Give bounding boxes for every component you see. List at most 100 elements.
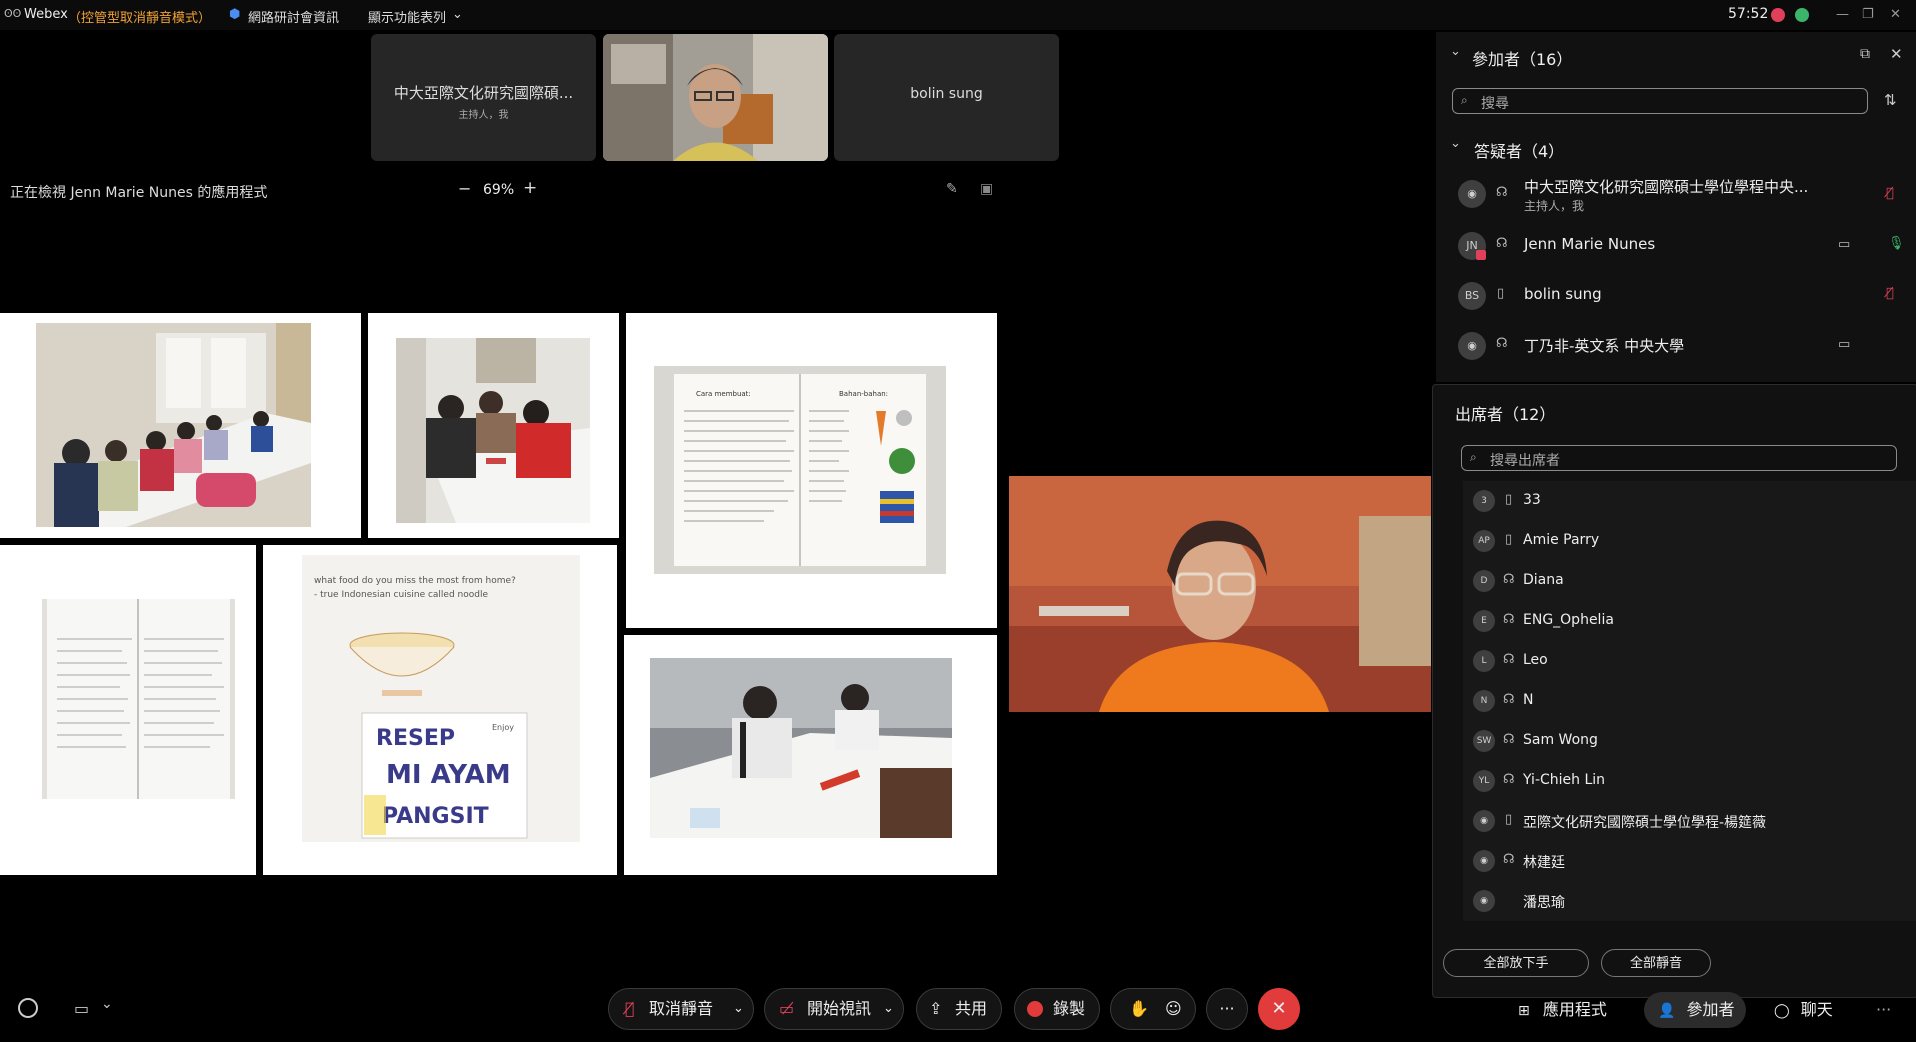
attendee-row[interactable]: N ☊ N bbox=[1463, 681, 1916, 721]
remote-control-icon[interactable]: ▣ bbox=[980, 181, 993, 197]
attendee-row[interactable]: SW ☊ Sam Wong bbox=[1463, 721, 1916, 761]
attendee-name: 33 bbox=[1523, 492, 1541, 508]
network-icon bbox=[1795, 8, 1809, 22]
bolin-video-tile[interactable]: bolin sung bbox=[834, 34, 1059, 161]
panelist-role: 主持人，我 bbox=[1524, 199, 1585, 213]
participant-search-input[interactable]: ⌕ 搜尋 bbox=[1452, 88, 1868, 114]
unmute-button[interactable]: 🎙̸ 取消靜音 ⌄ bbox=[608, 988, 754, 1030]
muted-mic-icon[interactable]: 🎙̸ bbox=[1886, 186, 1894, 201]
panelist-row[interactable]: ◉ ☊ 中大亞際文化研究國際碩士學位學程中央... 主持人，我 🎙̸ bbox=[1436, 176, 1916, 222]
tile-subtitle: 主持人，我 bbox=[458, 110, 509, 121]
doc-title-3: PANGSIT bbox=[382, 804, 489, 829]
attendee-row[interactable]: ◉ 潘思瑜 bbox=[1463, 881, 1916, 921]
more-options-button[interactable]: ··· bbox=[1206, 988, 1248, 1030]
close-panel-icon[interactable]: ✕ bbox=[1890, 45, 1903, 63]
leave-meeting-button[interactable]: ✕ bbox=[1258, 988, 1300, 1030]
emoji-icon[interactable]: ☺ bbox=[1165, 989, 1182, 1029]
panelist-row[interactable]: BS ▯ bolin sung 🎙̸ bbox=[1436, 276, 1916, 316]
mic-icon[interactable]: 🎙 bbox=[1888, 236, 1905, 251]
search-icon: ⌕ bbox=[1470, 450, 1477, 464]
raise-hand-icon[interactable]: ✋ bbox=[1129, 989, 1149, 1029]
avatar: E bbox=[1473, 610, 1495, 632]
title-bar: ʘʘ Webex （控管型取消靜音模式） ⬢ 網路研討會資訊 顯示功能表列 ⌄ … bbox=[0, 0, 1916, 30]
tab-chat[interactable]: ◯ 聊天 bbox=[1774, 992, 1833, 1028]
avatar: ◉ bbox=[1473, 890, 1495, 912]
avatar: AP bbox=[1473, 530, 1495, 552]
shield-icon: ⬢ bbox=[229, 7, 241, 22]
recipe-book-photo: Cara membuat: Bahan-bahan: bbox=[654, 366, 946, 574]
start-video-button[interactable]: ▭̸ 開始視訊 ⌄ bbox=[764, 988, 904, 1030]
apps-label: 應用程式 bbox=[1542, 1000, 1607, 1019]
lower-all-hands-button[interactable]: 全部放下手 bbox=[1443, 949, 1589, 977]
speaker-video-feed bbox=[1009, 476, 1431, 712]
panelist-row[interactable]: JN ☊ Jenn Marie Nunes ▭ 🎙 bbox=[1436, 226, 1916, 266]
attendee-row[interactable]: YL ☊ Yi-Chieh Lin bbox=[1463, 761, 1916, 801]
annotate-icon[interactable]: ✎ bbox=[946, 181, 958, 197]
zoom-out-button[interactable]: − bbox=[458, 179, 471, 198]
avatar: D bbox=[1473, 570, 1495, 592]
restore-icon[interactable]: ❐ bbox=[1862, 7, 1874, 22]
menu-bar-toggle[interactable]: 顯示功能表列 bbox=[368, 7, 446, 26]
attendee-name: 亞際文化研究國際碩士學位學程-楊筵薇 bbox=[1523, 815, 1767, 831]
share-button[interactable]: ⇪ 共用 bbox=[916, 988, 1002, 1030]
muted-mic-icon[interactable]: 🎙̸ bbox=[1886, 286, 1894, 301]
mute-mode-label: （控管型取消靜音模式） bbox=[68, 11, 212, 26]
webex-logo-icon: ʘʘ bbox=[4, 7, 22, 20]
headset-icon: ☊ bbox=[1503, 852, 1515, 867]
attendee-name: 潘思瑜 bbox=[1523, 895, 1565, 911]
apps-icon: ⊞ bbox=[1518, 1003, 1530, 1019]
panelist-row[interactable]: ◉ ☊ 丁乃非-英文系 中央大學 ▭ bbox=[1436, 326, 1916, 366]
record-button[interactable]: 錄製 bbox=[1014, 988, 1100, 1030]
attendee-name: Amie Parry bbox=[1523, 532, 1600, 548]
mute-all-button[interactable]: 全部靜音 bbox=[1601, 949, 1711, 977]
attendee-list[interactable]: 3 ▯ 33 AP ▯ Amie Parry D ☊ Diana E ☊ ENG… bbox=[1463, 481, 1916, 921]
attendee-row[interactable]: ◉ ☊ 林建廷 bbox=[1463, 841, 1916, 881]
attendee-row[interactable]: ◉ ▯ 亞際文化研究國際碩士學位學程-楊筵薇 bbox=[1463, 801, 1916, 841]
record-icon bbox=[1027, 1001, 1043, 1017]
headset-icon: ☊ bbox=[1503, 772, 1515, 787]
attendee-row[interactable]: D ☊ Diana bbox=[1463, 561, 1916, 601]
collapse-chevron-icon[interactable]: ⌄ bbox=[1450, 136, 1461, 151]
muted-mic-icon: 🎙̸ bbox=[625, 999, 635, 1018]
popout-icon[interactable]: ⧉ bbox=[1860, 46, 1870, 62]
headset-icon: ☊ bbox=[1503, 652, 1515, 667]
doc-answer: - true Indonesian cuisine called noodle bbox=[314, 590, 488, 600]
attendee-search-input[interactable]: ⌕ 搜尋出席者 bbox=[1461, 445, 1897, 471]
chevron-down-icon[interactable]: ⌄ bbox=[733, 989, 744, 1029]
attendee-name: 林建廷 bbox=[1523, 855, 1565, 871]
webinar-info-menu[interactable]: 網路研討會資訊 bbox=[248, 7, 339, 26]
chevron-down-icon[interactable]: ⌄ bbox=[883, 989, 894, 1029]
active-speaker-video[interactable] bbox=[1009, 476, 1431, 712]
video-tile-speaker[interactable] bbox=[603, 34, 828, 161]
attendee-row[interactable]: E ☊ ENG_Ophelia bbox=[1463, 601, 1916, 641]
ai-assistant-icon[interactable] bbox=[18, 998, 38, 1018]
close-window-icon[interactable]: ✕ bbox=[1890, 7, 1901, 22]
attendee-row[interactable]: L ☊ Leo bbox=[1463, 641, 1916, 681]
tab-apps[interactable]: ⊞ 應用程式 bbox=[1518, 992, 1607, 1028]
tile-name: 中大亞際文化研究國際碩... bbox=[393, 84, 574, 102]
participants-panel: ⌄ 參加者（16） ⧉ ✕ ⌕ 搜尋 ⇅ ⌄ 答疑者（4） ◉ ☊ 中大亞際文化… bbox=[1436, 32, 1916, 382]
attendee-row[interactable]: AP ▯ Amie Parry bbox=[1463, 521, 1916, 561]
sort-icon[interactable]: ⇅ bbox=[1884, 91, 1897, 109]
attendees-panel: 出席者（12） ⌕ 搜尋出席者 3 ▯ 33 AP ▯ Amie Parry D… bbox=[1432, 384, 1916, 998]
collapse-chevron-icon[interactable]: ⌄ bbox=[1450, 44, 1461, 59]
attendee-row[interactable]: 3 ▯ 33 bbox=[1463, 481, 1916, 521]
avatar: SW bbox=[1473, 730, 1495, 752]
panelist-name: Jenn Marie Nunes bbox=[1524, 235, 1656, 253]
meeting-timer: 57:52 bbox=[1728, 6, 1769, 22]
tab-participants[interactable]: 👤 參加者 bbox=[1644, 992, 1746, 1028]
video-camera-icon[interactable]: ▭ bbox=[1838, 337, 1850, 352]
zoom-in-button[interactable]: + bbox=[523, 178, 537, 198]
headset-icon: ☊ bbox=[1496, 185, 1508, 200]
captions-icon[interactable]: ▭ bbox=[74, 999, 89, 1018]
chevron-down-icon[interactable]: ⌄ bbox=[452, 7, 463, 22]
minimize-icon[interactable]: — bbox=[1836, 7, 1849, 22]
record-label: 錄製 bbox=[1053, 999, 1086, 1018]
tile-name: bolin sung bbox=[910, 86, 983, 102]
students-photo bbox=[396, 338, 590, 523]
chevron-down-icon[interactable]: ⌄ bbox=[101, 996, 113, 1012]
video-camera-icon[interactable]: ▭ bbox=[1838, 237, 1850, 252]
tab-more[interactable]: ··· bbox=[1876, 992, 1891, 1028]
search-placeholder: 搜尋出席者 bbox=[1490, 453, 1560, 469]
host-video-tile[interactable]: 中大亞際文化研究國際碩... 主持人，我 bbox=[371, 34, 596, 161]
